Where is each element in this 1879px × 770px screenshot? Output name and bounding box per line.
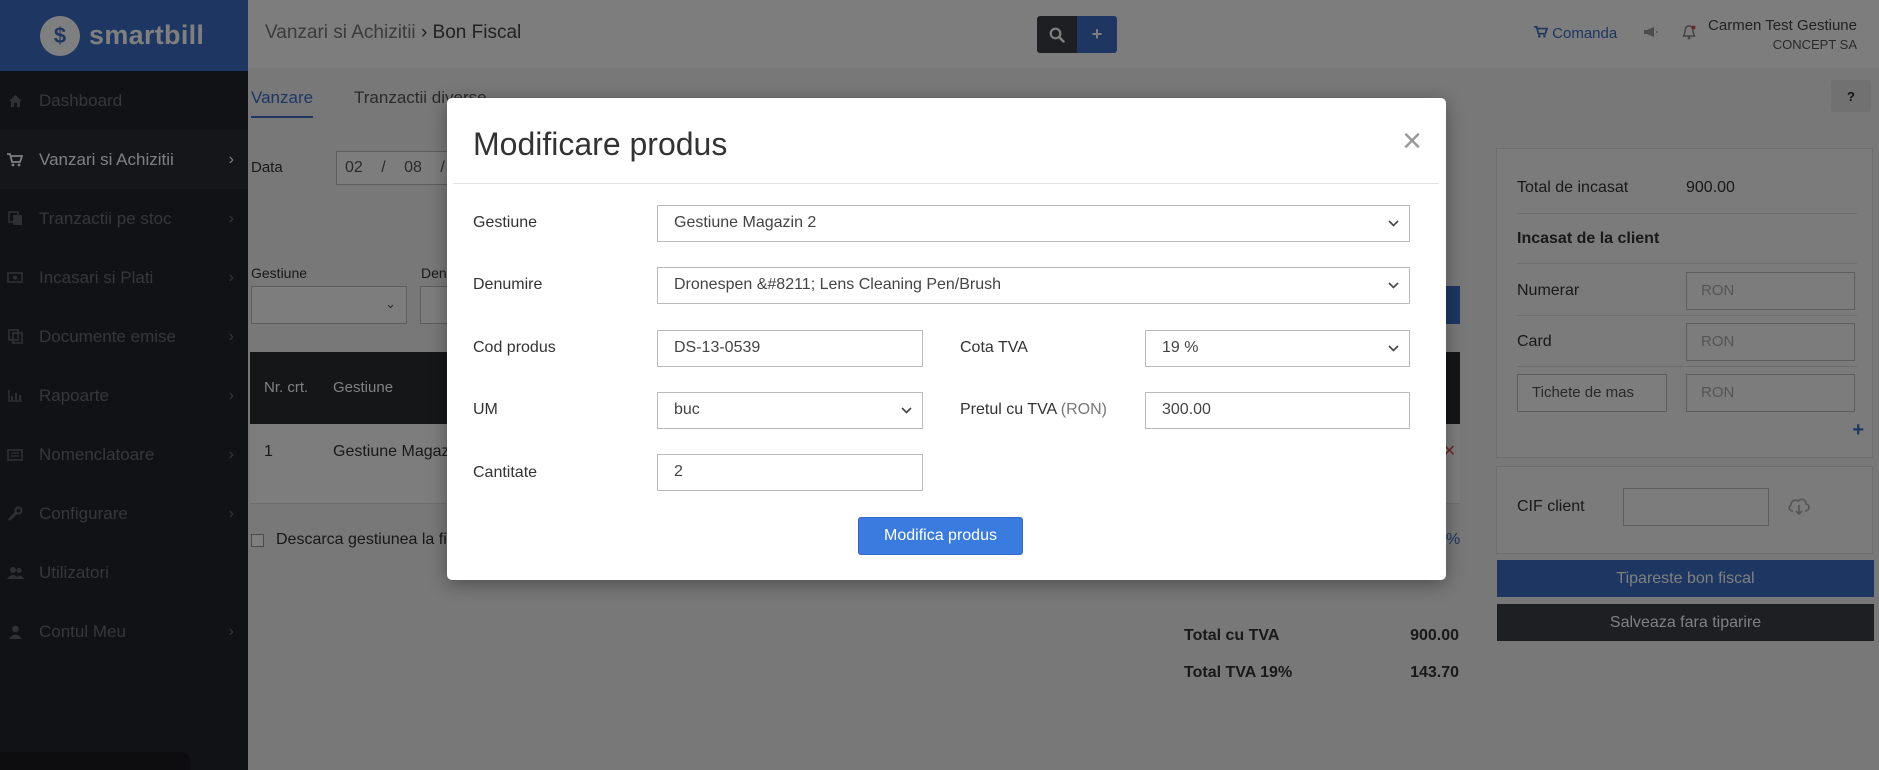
pret-cu-tva-unit: (RON) <box>1060 401 1108 418</box>
denumire-value: Dronespen &#8211; Lens Cleaning Pen/Brus… <box>674 276 1002 293</box>
chevron-down-icon <box>1388 277 1399 292</box>
chevron-down-icon <box>901 402 912 417</box>
pret-cu-tva-label: Pretul cu TVA (RON) <box>960 401 1107 419</box>
gestiune-label: Gestiune <box>473 214 538 231</box>
chevron-down-icon <box>1388 215 1399 230</box>
cota-tva-select[interactable]: 19 % <box>1145 330 1410 367</box>
cota-tva-label: Cota TVA <box>960 339 1028 356</box>
um-select[interactable]: buc <box>657 392 923 429</box>
cantitate-input[interactable]: 2 <box>657 454 923 491</box>
um-value: buc <box>674 401 700 418</box>
modal-divider <box>453 183 1439 184</box>
cantitate-value: 2 <box>674 463 683 480</box>
edit-product-modal: Modificare produs × Gestiune Gestiune Ma… <box>447 98 1446 580</box>
cod-produs-input[interactable]: DS-13-0539 <box>657 330 923 367</box>
cantitate-label: Cantitate <box>473 464 538 481</box>
cota-tva-value: 19 % <box>1162 339 1199 356</box>
denumire-label: Denumire <box>473 276 543 293</box>
pret-cu-tva-value: 300.00 <box>1162 401 1211 418</box>
pret-cu-tva-text: Pretul cu TVA <box>960 401 1057 418</box>
cod-produs-label: Cod produs <box>473 339 556 356</box>
gestiune-select[interactable]: Gestiune Magazin 2 <box>657 205 1410 242</box>
denumire-select[interactable]: Dronespen &#8211; Lens Cleaning Pen/Brus… <box>657 267 1410 304</box>
um-label: UM <box>473 401 498 418</box>
gestiune-value: Gestiune Magazin 2 <box>674 214 817 231</box>
cod-produs-value: DS-13-0539 <box>674 339 761 356</box>
chevron-down-icon <box>1388 340 1399 355</box>
pret-cu-tva-input[interactable]: 300.00 <box>1145 392 1410 429</box>
close-icon[interactable]: × <box>1402 124 1422 158</box>
modify-product-button[interactable]: Modifica produs <box>858 517 1023 555</box>
modal-title: Modificare produs <box>473 126 728 162</box>
